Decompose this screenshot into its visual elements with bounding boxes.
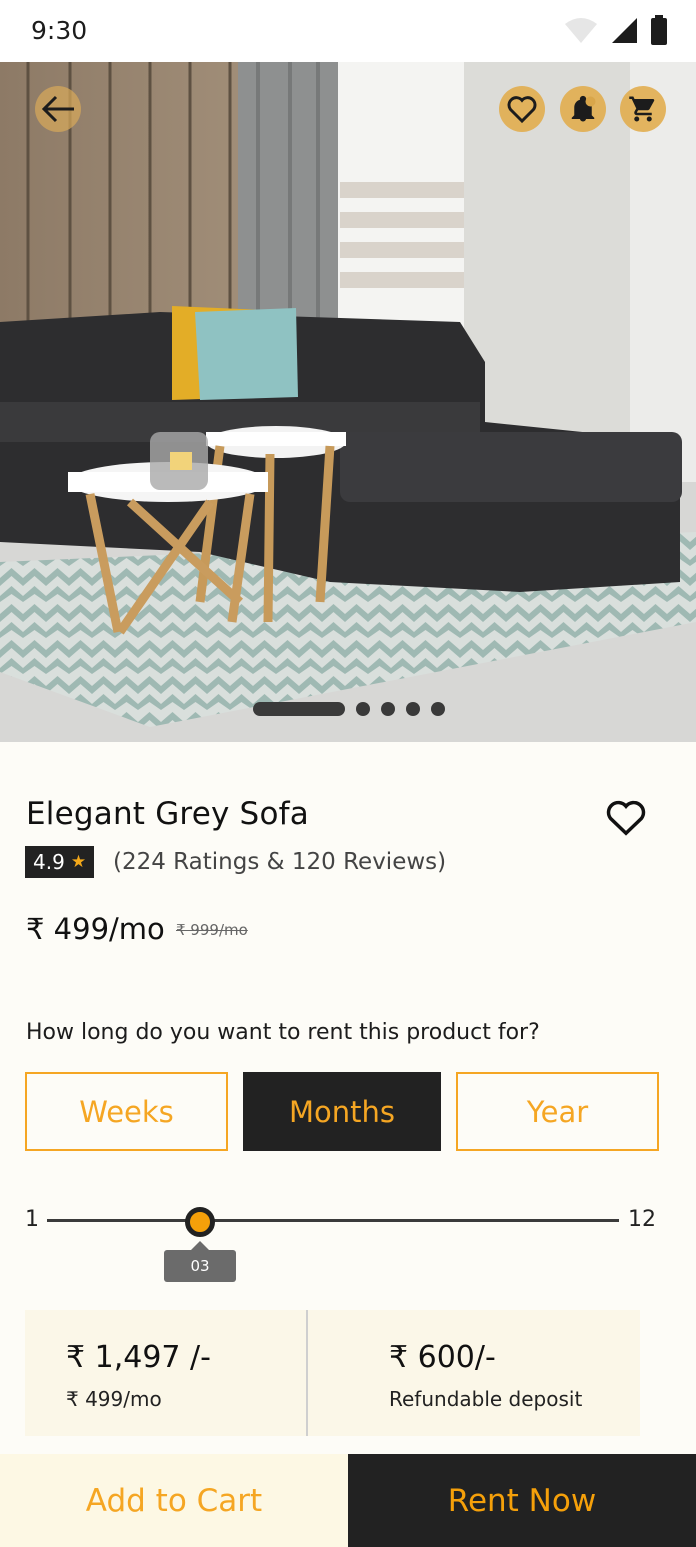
favorite-heart-icon[interactable] (603, 794, 649, 840)
wifi-icon (565, 18, 597, 43)
status-time: 9:30 (31, 16, 88, 45)
carousel-dot[interactable] (431, 702, 445, 716)
rating-badge: 4.9 ★ (25, 846, 95, 878)
sofa-photo (0, 62, 696, 742)
slider-value-tooltip: 03 (164, 1241, 236, 1282)
duration-slider-thumb[interactable] (185, 1207, 215, 1237)
cart-icon (629, 96, 655, 122)
signal-icon (612, 18, 637, 43)
wishlist-button[interactable] (499, 86, 545, 132)
back-arrow-icon (41, 95, 74, 123)
carousel-dot-active[interactable] (253, 702, 345, 716)
heart-icon (507, 96, 537, 124)
product-title: Elegant Grey Sofa (26, 796, 309, 832)
period-year-button[interactable]: Year (456, 1072, 659, 1151)
period-months-button[interactable]: Months (243, 1072, 441, 1151)
rating-value: 4.9 (33, 850, 65, 874)
price-summary: ₹ 1,497 /- ₹ 499/mo ₹ 600/- Refundable d… (25, 1310, 640, 1436)
rent-now-button[interactable]: Rent Now (348, 1454, 696, 1547)
slider-min-label: 1 (25, 1207, 39, 1232)
carousel-dot[interactable] (356, 702, 370, 716)
carousel-indicator (253, 702, 445, 716)
add-to-cart-button[interactable]: Add to Cart (0, 1454, 348, 1547)
original-price: ₹ 999/mo (176, 921, 248, 939)
deposit-amount: ₹ 600/- (389, 1340, 496, 1375)
notification-bell-icon (571, 95, 596, 122)
ratings-reviews-count[interactable]: (224 Ratings & 120 Reviews) (113, 849, 446, 875)
status-icons (564, 15, 668, 45)
slider-max-label: 12 (628, 1207, 656, 1232)
period-weeks-button[interactable]: Weeks (25, 1072, 228, 1151)
rent-duration-question: How long do you want to rent this produc… (26, 1020, 540, 1045)
product-image-carousel[interactable] (0, 62, 696, 742)
status-bar: 9:30 (0, 0, 696, 62)
carousel-dot[interactable] (381, 702, 395, 716)
carousel-dot[interactable] (406, 702, 420, 716)
battery-icon (651, 15, 667, 45)
monthly-rate: ₹ 499/mo (66, 1387, 162, 1411)
summary-divider (306, 1310, 308, 1436)
back-button[interactable] (35, 86, 81, 132)
total-rent: ₹ 1,497 /- (66, 1340, 211, 1375)
star-icon: ★ (70, 852, 87, 872)
cart-button[interactable] (620, 86, 666, 132)
rental-price: ₹ 499/mo (26, 912, 165, 946)
duration-slider-track[interactable] (47, 1219, 619, 1222)
deposit-label: Refundable deposit (389, 1387, 583, 1411)
notification-button[interactable] (560, 86, 606, 132)
